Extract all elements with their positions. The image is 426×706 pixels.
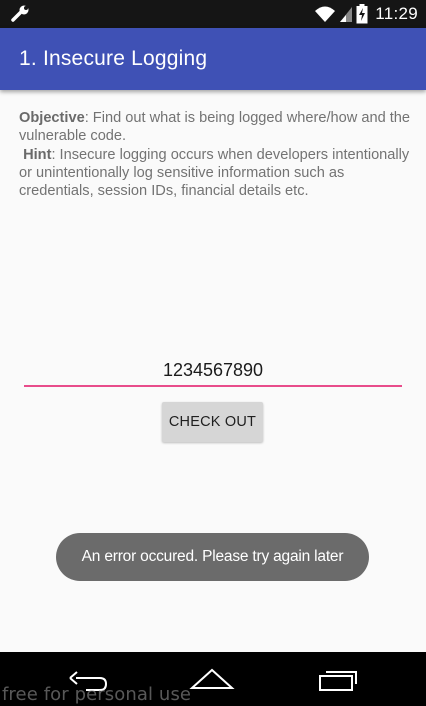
number-input[interactable] (24, 356, 402, 387)
hint-text: : Insecure logging occurs when developer… (19, 146, 410, 200)
hint-paragraph: Hint: Insecure logging occurs when devel… (19, 146, 411, 201)
battery-charging-icon (356, 4, 368, 24)
app-bar: 1. Insecure Logging (0, 28, 426, 90)
objective-label: Objective (19, 110, 85, 126)
status-clock: 11:29 (375, 4, 418, 23)
wifi-icon (315, 6, 336, 22)
status-icons: 11:29 (314, 3, 418, 25)
wrench-icon (11, 5, 29, 22)
page-title: 1. Insecure Logging (19, 47, 208, 70)
checkout-button[interactable]: CHECK OUT (162, 402, 263, 442)
objective-paragraph: Objective: Find out what is being logged… (19, 109, 411, 146)
instructions: Objective: Find out what is being logged… (19, 109, 411, 200)
home-icon[interactable] (188, 666, 236, 692)
hint-label: Hint (23, 146, 52, 163)
status-bar: 11:29 (0, 0, 426, 28)
watermark: free for personal use (2, 684, 192, 705)
signal-icon (340, 7, 353, 22)
recents-icon[interactable] (314, 666, 360, 694)
error-toast: An error occured. Please try again later (56, 533, 369, 581)
